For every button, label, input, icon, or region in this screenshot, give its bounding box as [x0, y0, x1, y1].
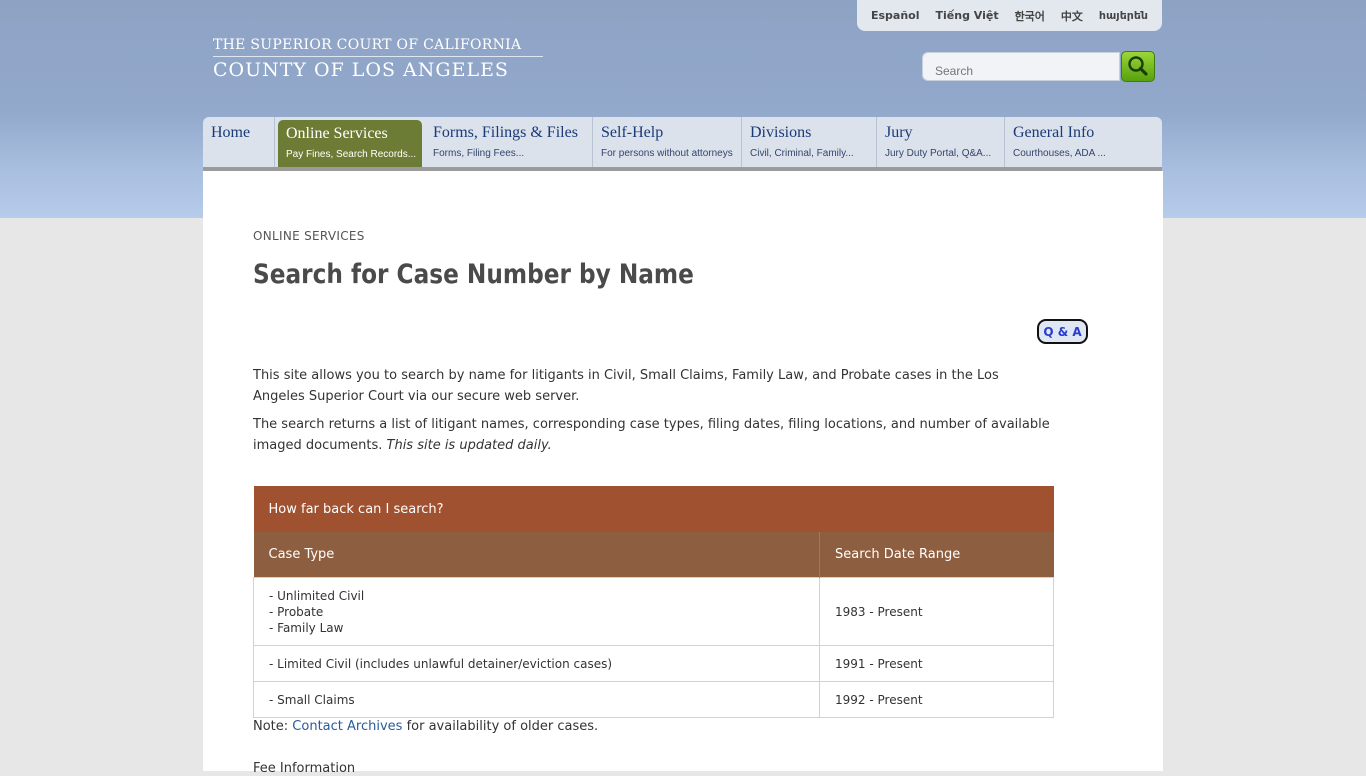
case-type-cell: - Small Claims — [253, 681, 820, 718]
update-note: This site is updated daily. — [386, 438, 552, 453]
nav-general-info-title: General Info — [1013, 124, 1095, 141]
nav-self-help-title: Self-Help — [601, 124, 664, 141]
table-row: - Unlimited Civil - Probate - Family Law… — [253, 577, 1054, 646]
header-case-type: Case Type — [253, 532, 820, 578]
results-text: The search returns a list of litigant na… — [253, 417, 1050, 453]
date-range-cell: 1992 - Present — [819, 681, 1054, 718]
table-caption: How far back can I search? — [253, 486, 1054, 532]
logo-line-1: THE SUPERIOR COURT OF CALIFORNIA — [213, 36, 543, 57]
magnifier-icon — [1128, 56, 1148, 76]
archives-note: Note: Contact Archives for availability … — [253, 719, 598, 734]
nav-jury[interactable]: Jury Jury Duty Portal, Q&A... — [877, 117, 1005, 167]
contact-archives-link[interactable]: Contact Archives — [292, 719, 402, 734]
court-logo[interactable]: THE SUPERIOR COURT OF CALIFORNIA COUNTY … — [213, 36, 543, 83]
fee-info-heading: Fee Information — [253, 761, 356, 776]
date-range-cell: 1991 - Present — [819, 645, 1054, 682]
nav-self-help[interactable]: Self-Help For persons without attorneys — [593, 117, 742, 167]
case-type-cell: - Limited Civil (includes unlawful detai… — [253, 645, 820, 682]
header-date-range: Search Date Range — [819, 532, 1054, 578]
main-content: ONLINE SERVICES Search for Case Number b… — [203, 171, 1163, 776]
nav-general-info[interactable]: General Info Courthouses, ADA ... — [1005, 117, 1162, 167]
nav-divisions-subtitle: Civil, Criminal, Family... — [750, 148, 854, 159]
nav-forms-filings[interactable]: Forms, Filings & Files Forms, Filing Fee… — [425, 117, 593, 167]
language-link-armenian[interactable]: հայերեն — [1099, 9, 1148, 22]
nav-divisions-title: Divisions — [750, 124, 812, 141]
nav-general-info-subtitle: Courthouses, ADA ... — [1013, 148, 1106, 159]
date-range-cell: 1983 - Present — [819, 577, 1054, 646]
nav-self-help-subtitle: For persons without attorneys — [601, 148, 733, 159]
language-bar: Español Tiếng Việt 한국어 中文 հայերեն — [857, 0, 1162, 31]
language-link-spanish[interactable]: Español — [871, 9, 920, 22]
case-type-item: - Unlimited Civil — [269, 588, 365, 603]
main-navigation: Home Online Services Pay Fines, Search R… — [203, 117, 1162, 171]
nav-jury-title: Jury — [885, 124, 913, 141]
case-type-item: - Family Law — [269, 620, 344, 635]
table-caption-row: How far back can I search? — [253, 486, 1054, 532]
note-suffix: for availability of older cases. — [406, 719, 599, 734]
note-prefix: Note: — [253, 719, 289, 734]
nav-online-services-subtitle: Pay Fines, Search Records... — [286, 149, 417, 160]
nav-online-services[interactable]: Online Services Pay Fines, Search Record… — [278, 120, 422, 167]
nav-home[interactable]: Home — [203, 117, 275, 167]
language-link-chinese[interactable]: 中文 — [1061, 8, 1083, 24]
nav-forms-filings-title: Forms, Filings & Files — [433, 124, 578, 141]
case-type-item: - Probate — [269, 604, 324, 619]
nav-divisions[interactable]: Divisions Civil, Criminal, Family... — [742, 117, 877, 167]
table-row: - Limited Civil (includes unlawful detai… — [253, 645, 1054, 682]
case-type-cell: - Unlimited Civil - Probate - Family Law — [253, 577, 820, 646]
logo-line-2: COUNTY OF LOS ANGELES — [213, 59, 509, 81]
results-paragraph: The search returns a list of litigant na… — [253, 414, 1053, 456]
search-input[interactable] — [922, 52, 1120, 81]
nav-online-services-title: Online Services — [286, 125, 388, 142]
nav-jury-subtitle: Jury Duty Portal, Q&A... — [885, 148, 992, 159]
qa-button[interactable]: Q & A — [1037, 319, 1088, 344]
language-link-vietnamese[interactable]: Tiếng Việt — [936, 9, 999, 22]
table-row: - Small Claims 1992 - Present — [253, 681, 1054, 718]
section-eyebrow: ONLINE SERVICES — [253, 229, 365, 243]
search-button[interactable] — [1121, 51, 1155, 82]
nav-home-title: Home — [211, 124, 251, 141]
site-search — [922, 51, 1155, 82]
nav-forms-filings-subtitle: Forms, Filing Fees... — [433, 148, 525, 159]
intro-paragraph: This site allows you to search by name f… — [253, 368, 999, 404]
language-link-korean[interactable]: 한국어 — [1015, 8, 1045, 24]
search-range-table: How far back can I search? Case Type Sea… — [253, 486, 1054, 718]
table-header-row: Case Type Search Date Range — [253, 532, 1054, 578]
page-title: Search for Case Number by Name — [253, 259, 694, 290]
